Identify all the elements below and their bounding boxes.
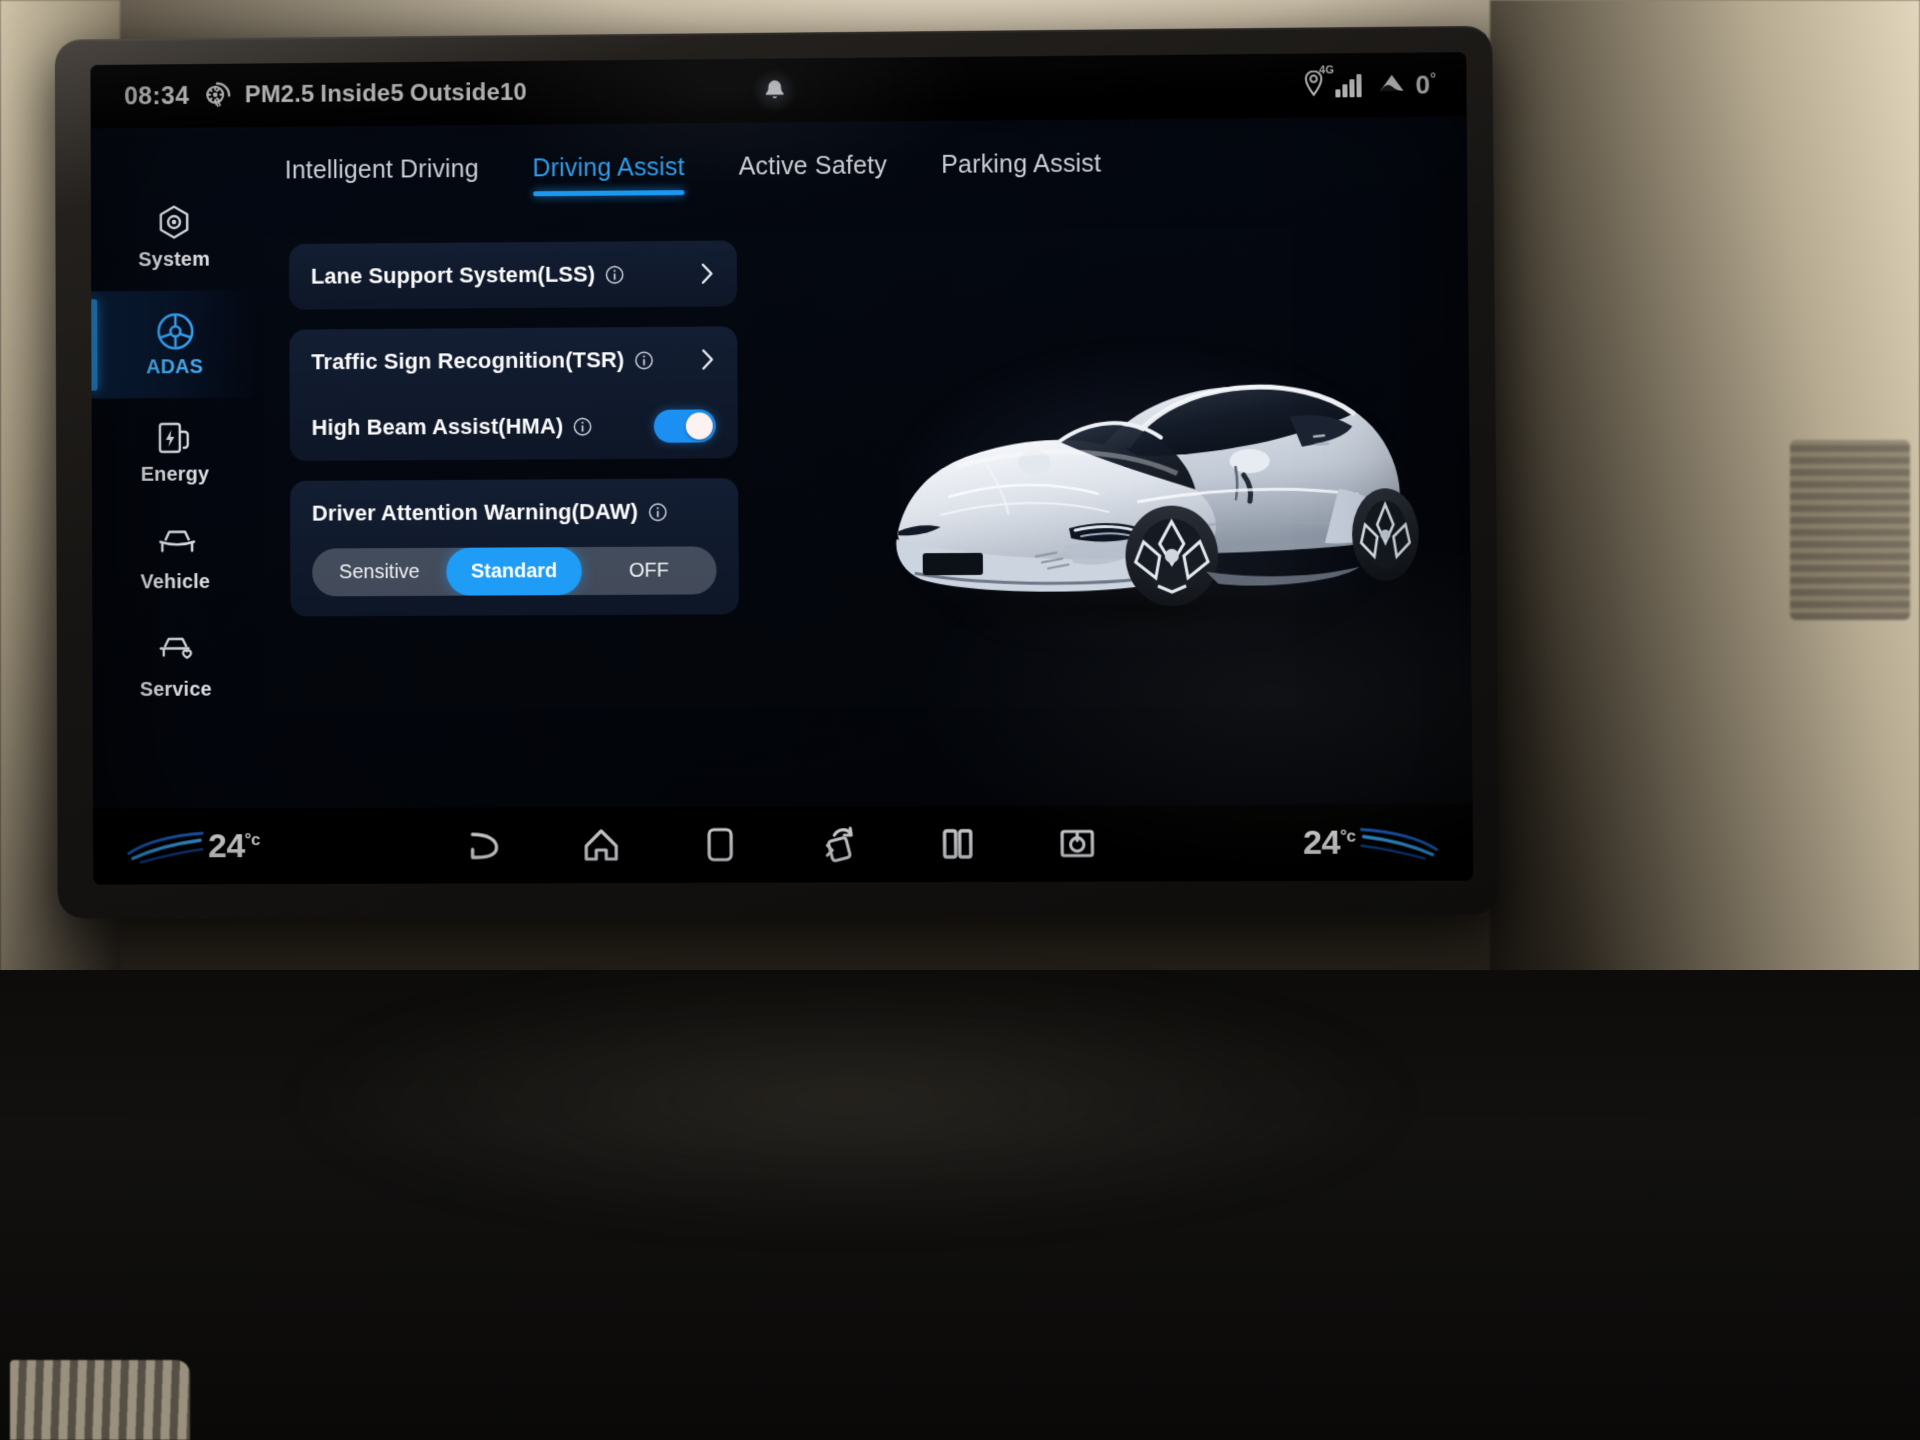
info-icon[interactable] [573, 417, 592, 436]
outside-temperature-value: 0 [1415, 68, 1431, 100]
car-front-icon [155, 525, 195, 565]
info-icon[interactable] [634, 350, 654, 370]
sidebar: System ADAS Energy Vehicle Service [91, 127, 260, 809]
power-icon[interactable] [1050, 821, 1105, 865]
bottom-navigation-bar: 24°c 24°c [92, 803, 1474, 885]
screen-rotate-icon[interactable] [811, 822, 865, 866]
outside-temp-icon [1377, 70, 1405, 99]
split-screen-icon[interactable] [931, 822, 986, 866]
back-icon[interactable] [455, 823, 509, 867]
air-quality-icon [202, 81, 232, 111]
high-beam-assist-toggle[interactable] [653, 408, 716, 443]
signal-bars-icon: 4G [1319, 64, 1362, 98]
main-content: System ADAS Energy Vehicle Service Intel… [90, 116, 1473, 809]
vehicle-render [835, 287, 1462, 692]
sidebar-item-vehicle[interactable]: Vehicle [92, 505, 259, 613]
row-label: Traffic Sign Recognition(TSR) [311, 347, 625, 375]
row-lane-support-system[interactable]: Lane Support System(LSS) [311, 241, 715, 310]
infotainment-screen: 08:34 PM2.5 Inside5 Outside10 4G 0° Syst… [90, 52, 1474, 885]
sidebar-item-adas[interactable]: ADAS [91, 290, 258, 399]
driver-temperature-control[interactable]: 24°c [127, 827, 260, 866]
driver-temperature-value: 24°c [208, 827, 260, 866]
pm-label: PM2.5 [244, 80, 315, 109]
car-heart-icon [156, 632, 196, 672]
rear-wheel [1351, 488, 1420, 582]
sidebar-item-system[interactable]: System [91, 183, 258, 292]
inside-label: Inside [320, 80, 391, 108]
row-label: Lane Support System(LSS) [310, 261, 596, 289]
steering-wheel-icon [155, 310, 195, 350]
chevron-right-icon[interactable] [700, 347, 715, 371]
tab-intelligent-driving[interactable]: Intelligent Driving [285, 155, 479, 198]
airflow-swoosh-right-icon [1359, 825, 1438, 860]
temp-unit: °c [1340, 825, 1356, 845]
vehicle-illustration [896, 287, 1420, 646]
daw-option-off[interactable]: OFF [581, 546, 716, 595]
status-bar-left-group: 08:34 PM2.5 Inside5 Outside10 [124, 78, 527, 112]
chevron-right-icon[interactable] [700, 262, 715, 286]
clock: 08:34 [124, 81, 190, 110]
card-lane-support: Lane Support System(LSS) [288, 240, 738, 310]
sidebar-item-label: ADAS [146, 355, 204, 378]
row-label: High Beam Assist(HMA) [311, 413, 564, 440]
passenger-temperature-control[interactable]: 24°c [1303, 823, 1439, 863]
daw-option-standard[interactable]: Standard [446, 547, 582, 596]
sidebar-item-label: System [138, 248, 211, 271]
temp-number: 24 [208, 826, 245, 865]
row-high-beam-assist[interactable]: High Beam Assist(HMA) [311, 392, 716, 460]
daw-segmented-control-wrap: Sensitive Standard OFF [312, 544, 717, 616]
daw-option-sensitive[interactable]: Sensitive [312, 548, 447, 597]
sidebar-item-label: Energy [140, 463, 210, 486]
outside-temperature-unit: ° [1429, 70, 1437, 88]
front-wheel [1125, 505, 1219, 607]
passenger-temperature-value: 24°c [1303, 823, 1356, 862]
ambient-glow [300, 980, 1400, 1220]
infotainment-bezel: 08:34 PM2.5 Inside5 Outside10 4G 0° Syst… [54, 25, 1500, 919]
info-icon[interactable] [648, 502, 667, 521]
photograph-of-car-dashboard: 08:34 PM2.5 Inside5 Outside10 4G 0° Syst… [0, 0, 1920, 1440]
row-traffic-sign-recognition[interactable]: Traffic Sign Recognition(TSR) [311, 326, 715, 395]
status-bar-right-group: 4G 0° [1302, 64, 1436, 101]
card-driver-attention-warning: Driver Attention Warning(DAW) Sensitive … [289, 478, 739, 617]
tab-bar: Intelligent Driving Driving Assist Activ… [285, 150, 1102, 199]
air-quality-readout: PM2.5 Inside5 Outside10 [245, 79, 527, 109]
sidebar-item-energy[interactable]: Energy [92, 397, 259, 506]
outside-label: Outside [409, 79, 501, 107]
outside-value: 10 [499, 78, 527, 106]
floor-mat [10, 1360, 190, 1440]
status-bar-center-group[interactable] [751, 67, 798, 114]
system-hex-icon [154, 203, 194, 243]
daw-segmented-control: Sensitive Standard OFF [312, 546, 717, 597]
tab-active-safety[interactable]: Active Safety [739, 151, 888, 194]
card-tsr-hma: Traffic Sign Recognition(TSR) High Beam … [289, 326, 738, 462]
tab-driving-assist[interactable]: Driving Assist [532, 153, 684, 196]
sidebar-item-label: Vehicle [140, 570, 211, 593]
charging-station-icon [155, 417, 195, 457]
info-icon[interactable] [605, 265, 624, 284]
system-nav-icons [391, 821, 1170, 868]
recents-icon[interactable] [693, 823, 747, 867]
inside-value: 5 [390, 80, 404, 107]
temp-unit: °c [244, 829, 260, 849]
status-bar: 08:34 PM2.5 Inside5 Outside10 4G 0° [90, 52, 1467, 129]
tab-parking-assist[interactable]: Parking Assist [941, 150, 1102, 193]
airflow-swoosh-left-icon [127, 829, 204, 863]
sidebar-item-label: Service [139, 678, 212, 701]
sidebar-item-service[interactable]: Service [92, 613, 259, 721]
row-driver-attention-warning: Driver Attention Warning(DAW) [312, 478, 717, 546]
toggle-knob [685, 411, 713, 440]
outside-temperature: 0° [1415, 69, 1436, 100]
network-type-label: 4G [1319, 64, 1334, 77]
bell-icon[interactable] [751, 67, 798, 114]
temp-number: 24 [1302, 823, 1341, 862]
air-vent [1790, 440, 1910, 620]
settings-list: Lane Support System(LSS) Traffic Sign Re… [288, 240, 739, 636]
home-icon[interactable] [574, 823, 628, 867]
row-label: Driver Attention Warning(DAW) [311, 498, 639, 526]
